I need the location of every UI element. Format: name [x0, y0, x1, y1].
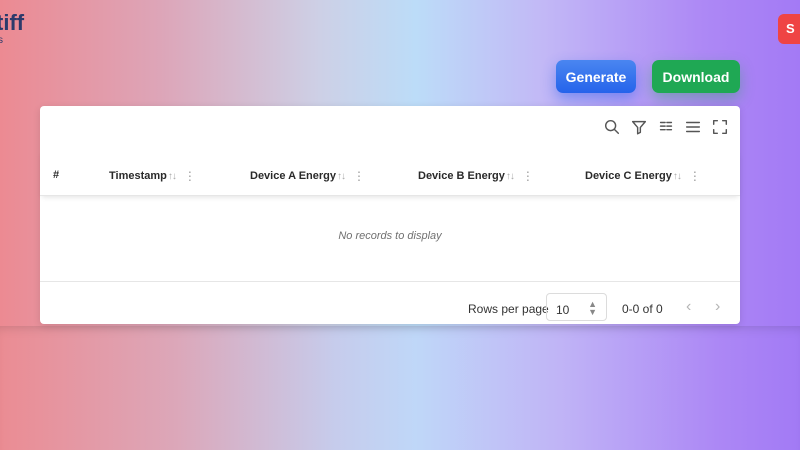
- brand-subtitle: s: [0, 35, 3, 46]
- search-icon[interactable]: [601, 116, 622, 137]
- sort-icon[interactable]: ↑↓: [337, 171, 346, 182]
- column-header-device-a-energy[interactable]: Device A Energy ↑↓ ⋮: [250, 169, 365, 183]
- corner-button[interactable]: S: [778, 14, 800, 44]
- brand-logo: tiff s: [0, 12, 24, 46]
- column-label: #: [53, 169, 60, 181]
- data-table-card: # Timestamp ↑↓ ⋮ Device A Energy ↑↓ ⋮ De…: [40, 106, 740, 324]
- next-page-button[interactable]: ›: [715, 298, 720, 316]
- sort-icon[interactable]: ↑↓: [673, 171, 682, 182]
- column-menu-icon[interactable]: ⋮: [689, 169, 701, 183]
- empty-state-message: No records to display: [338, 230, 442, 242]
- background-band: [0, 326, 800, 450]
- corner-button-label: S: [786, 21, 795, 36]
- column-header-device-c-energy[interactable]: Device C Energy ↑↓ ⋮: [585, 169, 701, 183]
- rows-per-page-value: 10: [556, 303, 570, 317]
- rows-per-page-select[interactable]: 10 ▲ ▼: [546, 293, 607, 321]
- download-button[interactable]: Download: [652, 60, 740, 93]
- column-label: Device B Energy: [418, 170, 505, 182]
- table-header: # Timestamp ↑↓ ⋮ Device A Energy ↑↓ ⋮ De…: [40, 150, 740, 196]
- sort-icon[interactable]: ↑↓: [506, 171, 515, 182]
- column-menu-icon[interactable]: ⋮: [353, 169, 365, 183]
- rows-per-page-label: Rows per page: [468, 302, 549, 316]
- table-toolbar: [601, 116, 730, 137]
- table-pagination: Rows per page 10 ▲ ▼ 0-0 of 0 ‹ ›: [40, 281, 740, 324]
- page-info: 0-0 of 0: [622, 302, 663, 316]
- fullscreen-icon[interactable]: [709, 116, 730, 137]
- select-chevron-icon: ▲ ▼: [588, 299, 597, 317]
- column-header-device-b-energy[interactable]: Device B Energy ↑↓ ⋮: [418, 169, 534, 183]
- column-header-timestamp[interactable]: Timestamp ↑↓ ⋮: [109, 169, 196, 183]
- previous-page-button[interactable]: ‹: [686, 298, 691, 316]
- brand-name: tiff: [0, 10, 25, 35]
- filter-icon[interactable]: [628, 116, 649, 137]
- generate-button[interactable]: Generate: [556, 60, 636, 93]
- column-label: Timestamp: [109, 170, 167, 182]
- sort-icon[interactable]: ↑↓: [168, 171, 177, 182]
- column-header-index[interactable]: #: [53, 169, 59, 181]
- column-label: Device A Energy: [250, 170, 337, 182]
- columns-icon[interactable]: [655, 116, 676, 137]
- column-menu-icon[interactable]: ⋮: [522, 169, 534, 183]
- density-icon[interactable]: [682, 116, 703, 137]
- column-menu-icon[interactable]: ⋮: [184, 169, 196, 183]
- column-label: Device C Energy: [585, 170, 672, 182]
